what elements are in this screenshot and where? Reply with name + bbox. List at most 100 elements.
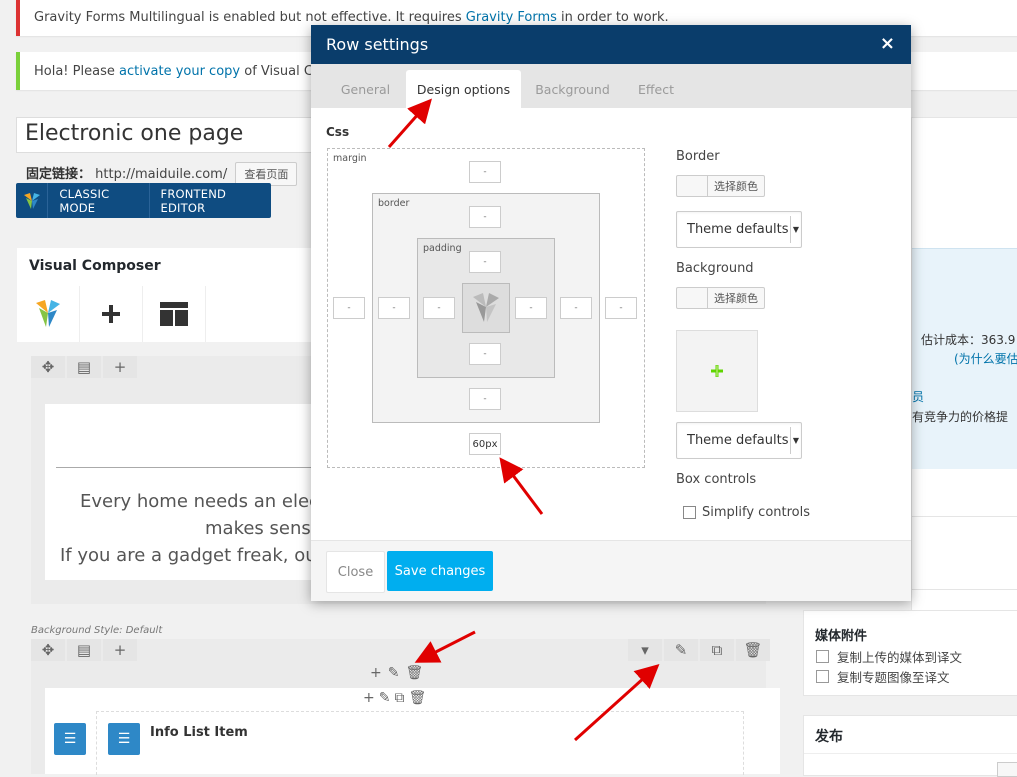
- notice-text-before: Hola! Please: [34, 64, 119, 79]
- competitive-price-text: 有竞争力的价格提: [912, 410, 1009, 424]
- add-image-plus-icon: [711, 365, 723, 377]
- delete-element-trash-icon[interactable]: 🗑: [408, 690, 426, 706]
- tab-general[interactable]: General: [328, 70, 403, 108]
- vc-logo-icon: [16, 183, 47, 218]
- css-label: Css: [326, 125, 350, 139]
- vc-logo-icon: [36, 300, 60, 327]
- tab-effect[interactable]: Effect: [626, 70, 686, 108]
- info-list-icon: ☰: [54, 723, 86, 755]
- content-box: [462, 283, 510, 333]
- post-title-value: Electronic one page: [25, 121, 244, 146]
- margin-top-input[interactable]: -: [469, 161, 501, 183]
- tab-background[interactable]: Background: [526, 70, 619, 108]
- text-line-2: makes sens: [205, 518, 311, 539]
- margin-bottom-input[interactable]: 60px: [469, 433, 501, 455]
- vc-logo-button[interactable]: [17, 286, 80, 342]
- padding-right-input[interactable]: -: [515, 297, 547, 319]
- info-list-inner: [96, 711, 744, 775]
- row-layout-icon[interactable]: ▤: [67, 356, 101, 378]
- save-changes-button[interactable]: Save changes: [387, 551, 493, 591]
- background-image-upload[interactable]: [676, 330, 758, 412]
- add-element-icon[interactable]: +: [370, 665, 382, 681]
- clone-row-icon[interactable]: ⧉: [700, 639, 734, 661]
- border-bottom-input[interactable]: -: [469, 388, 501, 410]
- copy-featured-option[interactable]: 复制专题图像至译文: [816, 667, 950, 686]
- clone-element-icon[interactable]: ⧉: [394, 690, 404, 706]
- modal-footer: Close Save changes: [311, 540, 911, 601]
- margin-right-input[interactable]: -: [605, 297, 637, 319]
- vc-mode-bar: CLASSIC MODE FRONTEND EDITOR: [16, 183, 271, 218]
- row-2-controls: ✥ ▤ +: [31, 639, 139, 661]
- info-list-item-icon: ☰: [108, 723, 140, 755]
- permalink-url[interactable]: http://maiduile.com/: [95, 167, 227, 182]
- simplify-controls-checkbox[interactable]: [683, 506, 696, 519]
- border-left-input[interactable]: -: [378, 297, 410, 319]
- delete-row-trash-icon[interactable]: 🗑: [736, 639, 770, 661]
- sidebar-link-fragment[interactable]: 员: [912, 388, 924, 405]
- edit-row-pencil-icon[interactable]: ✎: [664, 639, 698, 661]
- activate-copy-link[interactable]: activate your copy: [119, 64, 240, 79]
- add-element-button[interactable]: [80, 286, 143, 342]
- border-color-label: 选择颜色: [714, 180, 758, 193]
- simplify-controls-option[interactable]: Simplify controls: [683, 505, 810, 520]
- copy-featured-checkbox[interactable]: [816, 670, 829, 683]
- modal-header: Row settings ×: [311, 25, 911, 64]
- background-style-label: Background Style: Default: [31, 625, 163, 636]
- row-settings-modal: Row settings × General Design options Ba…: [311, 25, 911, 601]
- simplify-controls-label: Simplify controls: [702, 505, 811, 520]
- templates-button[interactable]: [143, 286, 206, 342]
- toggle-row-icon[interactable]: ▾: [628, 639, 662, 661]
- border-color-button[interactable]: 选择颜色: [676, 175, 765, 197]
- border-style-select[interactable]: Theme defaults ▼: [676, 211, 802, 248]
- frontend-editor-button[interactable]: FRONTEND EDITOR: [148, 183, 272, 218]
- info-list-item-title: Info List Item: [150, 725, 248, 740]
- edit-column-pencil-icon[interactable]: ✎: [388, 665, 400, 681]
- copy-media-label: 复制上传的媒体到译文: [837, 650, 963, 665]
- vc-logo-icon: [473, 293, 499, 322]
- copy-media-checkbox[interactable]: [816, 650, 829, 663]
- column-controls: + ✎ 🗑: [370, 665, 423, 681]
- padding-bottom-input[interactable]: -: [469, 343, 501, 365]
- estimated-cost: 估计成本：363.9: [921, 333, 1016, 347]
- move-icon[interactable]: ✥: [31, 356, 65, 378]
- background-color-label: 选择颜色: [714, 292, 758, 305]
- padding-top-input[interactable]: -: [469, 251, 501, 273]
- row-2-right-controls: ▾ ✎ ⧉ 🗑: [628, 639, 772, 661]
- move-icon[interactable]: ✥: [31, 639, 65, 661]
- classic-mode-button[interactable]: CLASSIC MODE: [47, 183, 148, 218]
- background-style-value: Theme defaults: [687, 433, 789, 448]
- background-color-button[interactable]: 选择颜色: [676, 287, 765, 309]
- sidebar-box-translation: 估计成本：363.9 (为什么要估 员 有竞争力的价格提: [911, 117, 1017, 624]
- row-layout-icon[interactable]: ▤: [67, 639, 101, 661]
- chevron-down-icon: ▼: [790, 216, 801, 243]
- close-button[interactable]: Close: [326, 551, 385, 593]
- copy-media-option[interactable]: 复制上传的媒体到译文: [816, 647, 962, 666]
- add-element-icon[interactable]: +: [363, 690, 375, 706]
- close-icon[interactable]: ×: [880, 33, 895, 54]
- margin-left-input[interactable]: -: [333, 297, 365, 319]
- publish-divider: [804, 753, 1017, 754]
- row-1-controls: ✥ ▤ +: [31, 356, 139, 378]
- tab-design-options[interactable]: Design options: [406, 70, 521, 108]
- padding-left-input[interactable]: -: [423, 297, 455, 319]
- add-column-button[interactable]: +: [103, 356, 137, 378]
- media-attachments-box: 媒体附件 复制上传的媒体到译文 复制专题图像至译文: [803, 610, 1017, 696]
- media-attachments-title: 媒体附件: [815, 629, 868, 644]
- background-style-select[interactable]: Theme defaults ▼: [676, 422, 802, 459]
- delete-column-trash-icon[interactable]: 🗑: [405, 665, 423, 681]
- edit-element-pencil-icon[interactable]: ✎: [379, 690, 391, 706]
- border-right-input[interactable]: -: [560, 297, 592, 319]
- notice-text-before: Gravity Forms Multilingual is enabled bu…: [34, 10, 466, 25]
- chevron-down-icon: ▼: [790, 427, 801, 454]
- publish-box: 发布: [803, 715, 1017, 777]
- publish-button[interactable]: [997, 762, 1017, 777]
- permalink-label: 固定链接：: [26, 167, 92, 182]
- text-line-3: If you are a gadget freak, ou: [60, 545, 317, 566]
- border-top-input[interactable]: -: [469, 206, 501, 228]
- publish-title: 发布: [815, 729, 843, 745]
- sidebar-subbox: [912, 516, 1017, 590]
- plus-icon: [102, 305, 120, 323]
- gravity-forms-link[interactable]: Gravity Forms: [466, 10, 557, 25]
- add-column-button[interactable]: +: [103, 639, 137, 661]
- why-estimate-link[interactable]: (为什么要估: [954, 350, 1017, 367]
